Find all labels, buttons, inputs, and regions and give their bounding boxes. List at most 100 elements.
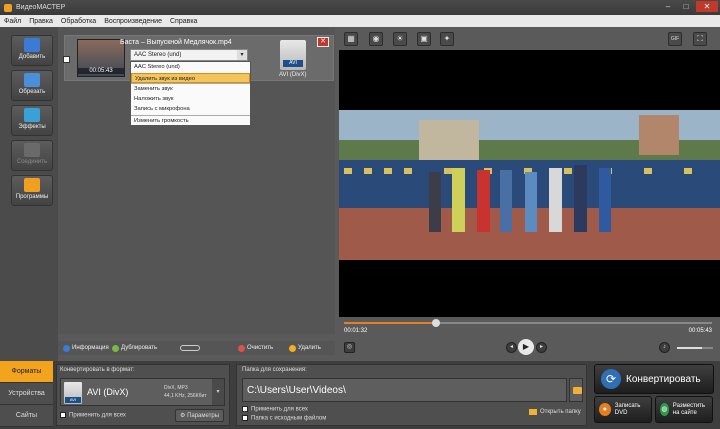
source-folder-option[interactable]: Папка с исходным файлом (242, 415, 326, 422)
playback-bar: 00:01:32 00:05:43 ◎ ◂ ▶ ▸ ♪ (339, 317, 720, 355)
effects-icon (24, 108, 40, 122)
current-time: 00:01:32 (344, 328, 368, 334)
remove-file-icon[interactable]: ✕ (317, 37, 329, 47)
trim-button[interactable]: Обрезать (11, 70, 53, 101)
close-button[interactable]: ✕ (696, 1, 718, 12)
menu-item-aac[interactable]: AAC Stereo (und) (131, 62, 250, 73)
folder-icon (573, 387, 582, 394)
programs-icon (24, 178, 40, 192)
duplicate-icon (112, 344, 119, 352)
menu-process[interactable]: Обработка (61, 18, 96, 25)
left-toolbar: Добавить Обрезать Эффекты Соединить Прог… (0, 27, 58, 361)
format-name: AVI (DivX) (87, 387, 129, 397)
file-name: Баста – Выпускной Медлячок.mp4 (120, 39, 232, 46)
format-panel: Конвертировать в формат: AVI AVI (DivX) … (56, 364, 230, 426)
gif-icon[interactable]: GIF (668, 32, 682, 46)
add-button[interactable]: Добавить (11, 35, 53, 66)
film-icon[interactable]: ▦ (344, 32, 358, 46)
menu-bar: Файл Правка Обработка Воспроизведение Сп… (0, 15, 720, 27)
prev-frame-button[interactable]: ◂ (506, 342, 517, 353)
globe-icon: ◍ (660, 403, 669, 416)
view-toggle[interactable] (180, 345, 200, 351)
info-icon (63, 344, 70, 352)
brightness-icon[interactable]: ☀ (393, 32, 407, 46)
speed-icon[interactable]: ✦ (440, 32, 454, 46)
clear-button[interactable]: Очистить (238, 344, 273, 352)
file-checkbox[interactable] (63, 56, 70, 63)
volume-icon[interactable]: ♪ (659, 342, 670, 353)
seek-progress (344, 322, 436, 324)
menu-playback[interactable]: Воспроизведение (104, 18, 162, 25)
menu-item-remove-sound[interactable]: Удалить звук из видео (131, 72, 250, 83)
duplicate-button[interactable]: Дублировать (112, 344, 157, 352)
browse-folder-button[interactable] (569, 378, 583, 402)
chevron-down-icon[interactable]: ▾ (212, 379, 224, 405)
seek-bar[interactable] (344, 319, 712, 327)
total-time: 00:05:43 (688, 328, 712, 334)
video-thumbnail[interactable]: 00:05:43 (77, 39, 125, 77)
video-preview[interactable] (339, 50, 720, 317)
toggle-icon (180, 345, 200, 351)
convert-button[interactable]: ⟳ Конвертировать (594, 364, 714, 394)
trim-icon (24, 73, 40, 87)
tab-sites[interactable]: Сайты (0, 405, 53, 427)
video-settings-icon[interactable]: ▣ (417, 32, 431, 46)
gear-icon: ⚙ (180, 413, 186, 419)
volume-slider[interactable] (677, 347, 713, 349)
apply-all-checkbox[interactable] (60, 412, 66, 418)
seek-handle[interactable] (432, 319, 440, 327)
fullscreen-icon[interactable]: ⛶ (693, 32, 707, 46)
chevron-down-icon: ▾ (237, 50, 247, 60)
bottom-panel: Форматы Устройства Сайты Конвертировать … (0, 361, 720, 429)
folder-icon (529, 409, 537, 415)
dvd-icon: ● (599, 403, 611, 416)
format-spec: DivX, MP3 44,1 KHz, 256Кбит (164, 385, 207, 399)
snapshot-button[interactable]: ◎ (344, 342, 355, 353)
menu-item-overlay-sound[interactable]: Наложить звук (131, 94, 250, 105)
publish-web-button[interactable]: ◍ Разместить на сайте (655, 396, 713, 423)
add-file-icon (24, 38, 40, 52)
app-icon (4, 3, 12, 12)
thumbnail-duration: 00:05:43 (78, 68, 124, 74)
menu-help[interactable]: Справка (170, 18, 197, 25)
audio-track-select[interactable]: AAC Stereo (und) ▾ (130, 49, 248, 61)
clear-icon (238, 344, 245, 352)
params-button[interactable]: ⚙ Параметры (175, 409, 225, 422)
save-folder-label: Папка для сохранения: (242, 367, 307, 373)
menu-item-replace-sound[interactable]: Заменить звук (131, 83, 250, 94)
list-actions-bar: Информация Дублировать Очистить Удалить (58, 341, 335, 355)
tab-devices[interactable]: Устройства (0, 383, 53, 405)
burn-dvd-button[interactable]: ● Записать DVD (594, 396, 652, 423)
source-folder-checkbox[interactable] (242, 415, 248, 421)
apply-all-save[interactable]: ✓ Применить для всех (242, 406, 308, 414)
output-format-label: AVI (DivX) (279, 72, 307, 78)
programs-button[interactable]: Программы (11, 175, 53, 206)
open-folder-button[interactable]: Открыть папку (529, 409, 581, 415)
menu-item-mic-record[interactable]: Запись с микрофона (131, 104, 250, 115)
output-format-icon[interactable]: AVI (280, 40, 306, 70)
maximize-button[interactable]: □ (678, 1, 694, 12)
menu-item-volume[interactable]: Изменить громкость (131, 114, 250, 126)
save-path-field[interactable]: C:\Users\User\Videos\ (242, 378, 567, 402)
format-selector[interactable]: AVI AVI (DivX) DivX, MP3 44,1 KHz, 256Кб… (60, 378, 225, 406)
title-bar: ВидеоМАСТЕР – □ ✕ (0, 0, 720, 15)
next-frame-button[interactable]: ▸ (536, 342, 547, 353)
convert-icon: ⟳ (601, 369, 621, 389)
apply-all-format[interactable]: Применить для всех (60, 412, 126, 419)
menu-file[interactable]: Файл (4, 18, 21, 25)
info-button[interactable]: Информация (63, 344, 109, 352)
delete-button[interactable]: Удалить (289, 344, 321, 352)
window-title: ВидеоМАСТЕР (16, 4, 66, 11)
play-button[interactable]: ▶ (518, 339, 534, 355)
menu-edit[interactable]: Правка (29, 18, 53, 25)
volume-level (677, 347, 703, 349)
minimize-button[interactable]: – (660, 1, 676, 12)
join-icon (24, 143, 40, 157)
join-button[interactable]: Соединить (11, 140, 53, 171)
format-label: Конвертировать в формат: (60, 367, 135, 373)
tab-formats[interactable]: Форматы (0, 361, 53, 383)
effects-button[interactable]: Эффекты (11, 105, 53, 136)
delete-icon (289, 344, 296, 352)
snapshot-icon[interactable]: ◉ (369, 32, 383, 46)
apply-all-save-checkbox[interactable]: ✓ (242, 406, 248, 414)
